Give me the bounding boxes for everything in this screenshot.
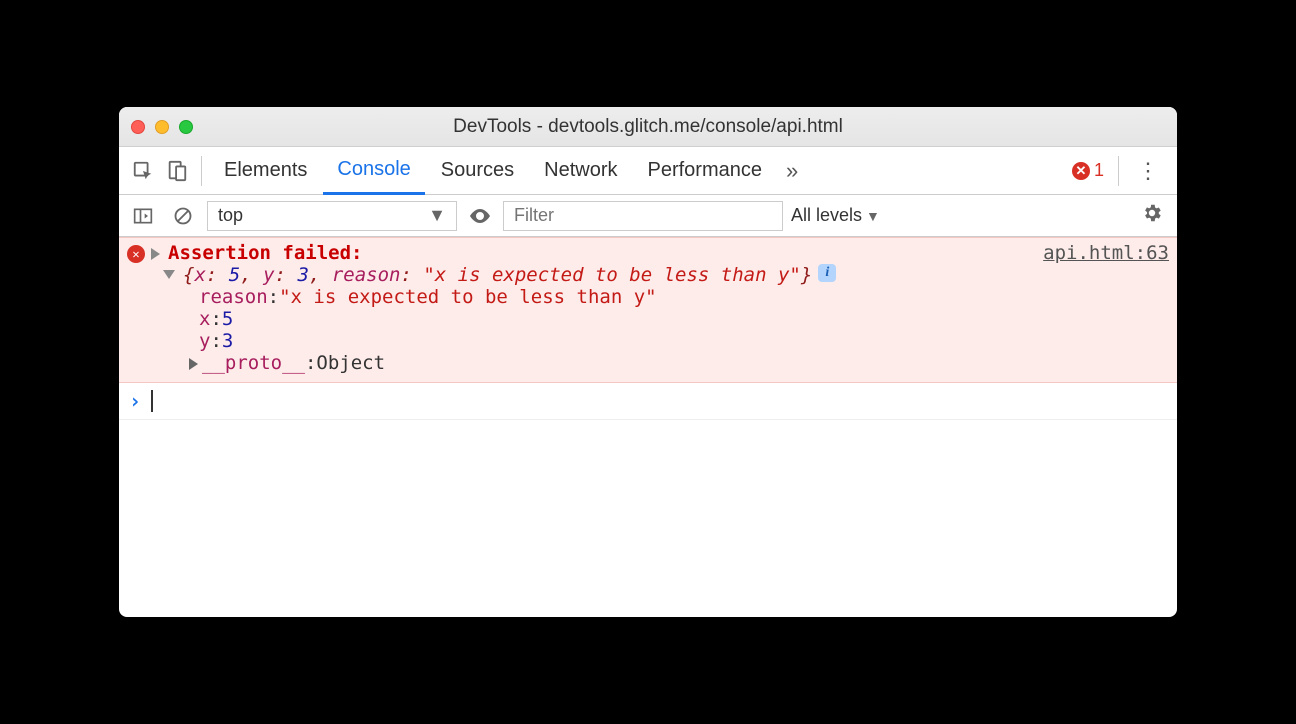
tab-sources[interactable]: Sources [427,147,528,195]
console-error-message[interactable]: ✕ Assertion failed: api.html:63 {x: 5, y… [119,237,1177,383]
expand-icon[interactable] [151,248,160,260]
console-output: ✕ Assertion failed: api.html:63 {x: 5, y… [119,237,1177,617]
settings-menu-button[interactable]: ⋮ [1127,158,1169,184]
object-property[interactable]: y: 3 [127,330,1169,352]
tab-elements[interactable]: Elements [210,147,321,195]
dropdown-caret-icon: ▼ [866,208,880,224]
toolbar-divider [201,156,202,186]
prompt-caret-icon: › [129,389,141,413]
filter-input[interactable] [503,201,783,231]
collapse-icon[interactable] [163,270,175,279]
error-badge[interactable]: ✕ 1 [1066,160,1110,181]
main-toolbar: Elements Console Sources Network Perform… [119,147,1177,195]
tab-console[interactable]: Console [323,147,424,195]
error-count: 1 [1094,160,1104,181]
tab-network[interactable]: Network [530,147,631,195]
console-prompt[interactable]: › [119,383,1177,420]
devtools-window: DevTools - devtools.glitch.me/console/ap… [119,107,1177,617]
assertion-title: Assertion failed: [168,242,362,264]
object-preview[interactable]: {x: 5, y: 3, reason: "x is expected to b… [183,264,812,286]
error-icon: ✕ [127,245,145,263]
toolbar-divider [1118,156,1119,186]
log-levels-select[interactable]: All levels ▼ [791,205,880,226]
proto-property[interactable]: __proto__: Object [127,352,1169,374]
clear-console-icon[interactable] [167,200,199,232]
minimize-window-button[interactable] [155,120,169,134]
console-filter-bar: top ▼ All levels ▼ [119,195,1177,237]
titlebar: DevTools - devtools.glitch.me/console/ap… [119,107,1177,147]
device-toolbar-icon[interactable] [161,155,193,187]
levels-label: All levels [791,205,862,226]
execution-context-select[interactable]: top ▼ [207,201,457,231]
dropdown-caret-icon: ▼ [428,205,446,226]
window-title: DevTools - devtools.glitch.me/console/ap… [119,116,1177,138]
info-icon[interactable]: i [818,264,836,282]
inspect-element-icon[interactable] [127,155,159,187]
console-sidebar-toggle-icon[interactable] [127,200,159,232]
object-property[interactable]: x: 5 [127,308,1169,330]
close-window-button[interactable] [131,120,145,134]
tab-performance[interactable]: Performance [634,147,777,195]
text-cursor [151,390,153,412]
live-expression-icon[interactable] [465,201,495,231]
source-link[interactable]: api.html:63 [1043,242,1169,264]
error-icon: ✕ [1072,162,1090,180]
context-value: top [218,205,243,226]
traffic-lights [131,120,193,134]
expand-icon[interactable] [189,358,198,370]
maximize-window-button[interactable] [179,120,193,134]
object-property[interactable]: reason: "x is expected to be less than y… [127,286,1169,308]
console-settings-icon[interactable] [1135,202,1169,230]
more-tabs-button[interactable]: » [778,158,806,184]
